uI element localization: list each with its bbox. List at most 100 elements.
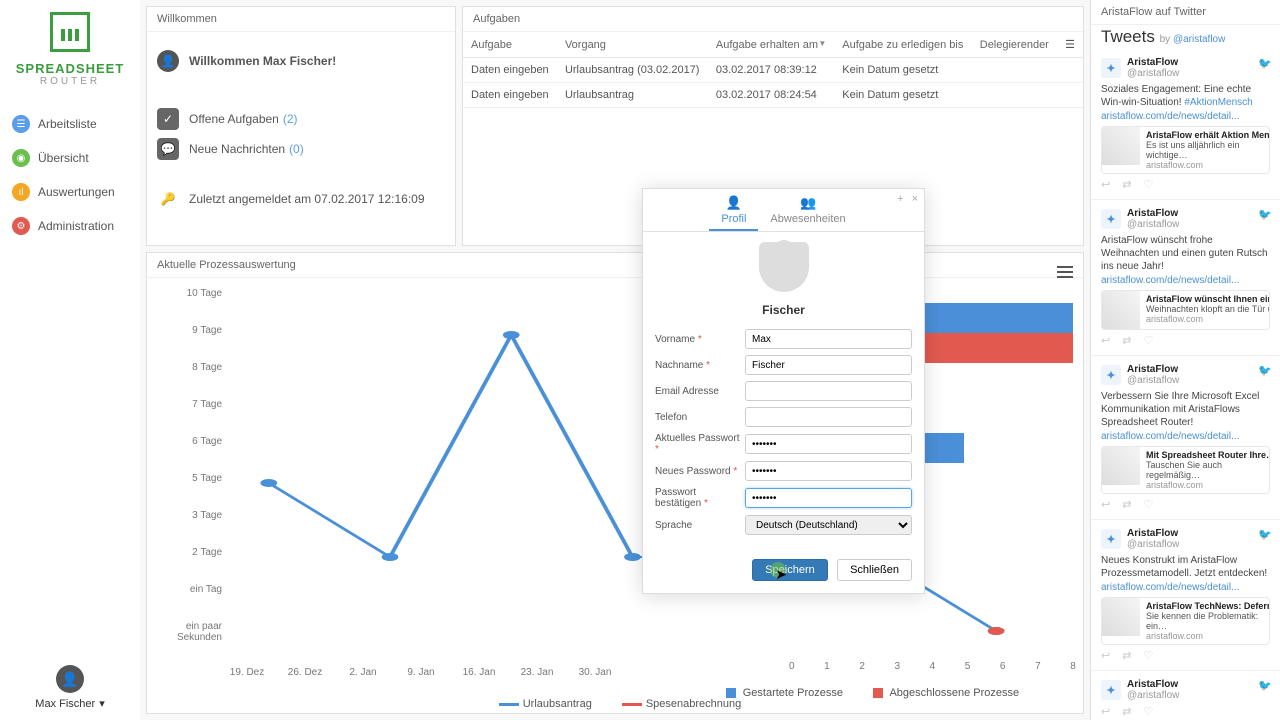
open-tasks-label: Offene Aufgaben xyxy=(189,112,279,126)
x-tick-label: 9. Jan xyxy=(407,667,434,678)
tweet[interactable]: ✦AristaFlow@aristaflow🐦Soziales Engageme… xyxy=(1091,49,1280,200)
like-icon[interactable]: ♡ xyxy=(1143,498,1153,511)
messages-icon: 💬 xyxy=(157,138,179,160)
input-new-pw[interactable] xyxy=(745,461,912,481)
reply-icon[interactable]: ↩ xyxy=(1101,705,1110,718)
key-icon: 🔑 xyxy=(157,192,179,206)
tweet[interactable]: ✦AristaFlow@aristaflow🐦Verbessern Sie Ih… xyxy=(1091,356,1280,520)
tweet-link[interactable]: aristaflow.com/de/news/detail... xyxy=(1101,111,1270,122)
brand-logo: SPREADSHEET ROUTER xyxy=(16,12,125,87)
y-tick-label: 3 Tage xyxy=(147,510,222,521)
main-nav: ☰ Arbeitsliste ◉ Übersicht ıl Auswertung… xyxy=(0,107,140,243)
table-row[interactable]: Daten eingebenUrlaubsantrag (03.02.2017)… xyxy=(463,58,1083,83)
aristaflow-logo-icon: ✦ xyxy=(1101,680,1121,700)
brand-line1: SPREADSHEET xyxy=(16,61,125,76)
tweet[interactable]: ✦AristaFlow@aristaflow🐦Neues Konstrukt i… xyxy=(1091,520,1280,671)
bar-x-tick: 0 xyxy=(789,661,795,672)
tweet-card-image xyxy=(1102,447,1140,485)
label-vorname: Vorname * xyxy=(655,334,745,345)
user-icon: 👤 xyxy=(157,50,179,72)
tweet-card-image xyxy=(1102,127,1140,165)
process-title: Aktuelle Prozessauswertung xyxy=(157,259,296,271)
line-chart-legend: UrlaubsantragSpesenabrechnung xyxy=(147,698,1083,710)
modal-close-icon[interactable]: × xyxy=(912,193,918,205)
retweet-icon[interactable]: ⇄ xyxy=(1122,334,1131,347)
user-footer[interactable]: 👤 Max Fischer ▾ xyxy=(35,665,104,710)
nav-item-auswertungen[interactable]: ıl Auswertungen xyxy=(0,175,140,209)
nav-item-uebersicht[interactable]: ◉ Übersicht xyxy=(0,141,140,175)
col-erhalten[interactable]: Aufgabe erhalten am▼ xyxy=(708,32,834,58)
input-email[interactable] xyxy=(745,381,912,401)
input-vorname[interactable] xyxy=(745,329,912,349)
label-language: Sprache xyxy=(655,520,745,531)
twitter-bird-icon: 🐦 xyxy=(1258,679,1272,692)
bar-x-tick: 2 xyxy=(859,661,865,672)
retweet-icon[interactable]: ⇄ xyxy=(1122,649,1131,662)
label-new-pw: Neues Password * xyxy=(655,466,745,477)
reply-icon[interactable]: ↩ xyxy=(1101,498,1110,511)
save-button[interactable]: Speichern ➤ xyxy=(752,559,828,581)
y-tick-label: 5 Tage xyxy=(147,473,222,484)
retweet-icon[interactable]: ⇄ xyxy=(1122,178,1131,191)
like-icon[interactable]: ♡ xyxy=(1143,705,1153,718)
open-tasks-link[interactable]: ✓ Offene Aufgaben (2) xyxy=(157,108,445,130)
table-config-icon[interactable]: ☰ xyxy=(1065,39,1075,51)
tweet-card-image xyxy=(1102,291,1140,329)
table-row[interactable]: Daten eingebenUrlaubsantrag03.02.2017 08… xyxy=(463,83,1083,108)
retweet-icon[interactable]: ⇄ xyxy=(1122,705,1131,718)
x-tick-label: 19. Dez xyxy=(230,667,264,678)
tweet-link[interactable]: aristaflow.com/de/news/detail... xyxy=(1101,431,1270,442)
admin-icon: ⚙ xyxy=(12,217,30,235)
tweet[interactable]: ✦AristaFlow@aristaflow🐦↩⇄♡ xyxy=(1091,671,1280,720)
tweet-link[interactable]: aristaflow.com/de/news/detail... xyxy=(1101,275,1270,286)
nav-label: Übersicht xyxy=(38,151,89,165)
input-nachname[interactable] xyxy=(745,355,912,375)
brand-line2: ROUTER xyxy=(16,76,125,87)
like-icon[interactable]: ♡ xyxy=(1143,649,1153,662)
col-delegierender[interactable]: Delegierender xyxy=(972,32,1057,58)
like-icon[interactable]: ♡ xyxy=(1143,178,1153,191)
close-button[interactable]: Schließen xyxy=(837,559,912,581)
col-erledigen[interactable]: Aufgabe zu erledigen bis xyxy=(834,32,971,58)
aristaflow-logo-icon: ✦ xyxy=(1101,365,1121,385)
reply-icon[interactable]: ↩ xyxy=(1101,334,1110,347)
tab-profil[interactable]: 👤 Profil xyxy=(709,189,758,231)
bar-x-tick: 5 xyxy=(965,661,971,672)
reply-icon[interactable]: ↩ xyxy=(1101,649,1110,662)
new-messages-link[interactable]: 💬 Neue Nachrichten (0) xyxy=(157,138,445,160)
nav-item-arbeitsliste[interactable]: ☰ Arbeitsliste xyxy=(0,107,140,141)
modal-avatar xyxy=(655,242,912,295)
x-tick-label: 30. Jan xyxy=(579,667,612,678)
tweet-link[interactable]: aristaflow.com/de/news/detail... xyxy=(1101,582,1270,593)
tweet-card-image xyxy=(1102,598,1140,636)
twitter-handle-link[interactable]: @aristaflow xyxy=(1173,34,1225,45)
modal-add-icon[interactable]: + xyxy=(897,193,903,205)
input-confirm-pw[interactable] xyxy=(745,488,912,508)
tasks-icon: ✓ xyxy=(157,108,179,130)
tab-abwesenheiten[interactable]: 👥 Abwesenheiten xyxy=(758,189,857,231)
tweet[interactable]: ✦AristaFlow@aristaflow🐦AristaFlow wünsch… xyxy=(1091,200,1280,356)
reply-icon[interactable]: ↩ xyxy=(1101,178,1110,191)
twitter-panel: AristaFlow auf Twitter Tweets by @arista… xyxy=(1090,0,1280,720)
select-language[interactable]: Deutsch (Deutschland) xyxy=(745,515,912,535)
open-tasks-count: (2) xyxy=(283,112,298,126)
input-current-pw[interactable] xyxy=(745,434,912,454)
tasks-table: Aufgabe Vorgang Aufgabe erhalten am▼ Auf… xyxy=(463,32,1083,108)
nav-item-administration[interactable]: ⚙ Administration xyxy=(0,209,140,243)
input-telefon[interactable] xyxy=(745,407,912,427)
bar-x-tick: 7 xyxy=(1035,661,1041,672)
label-current-pw: Aktuelles Passwort * xyxy=(655,433,745,455)
label-nachname: Nachname * xyxy=(655,360,745,371)
bar-x-tick: 8 xyxy=(1070,661,1076,672)
tasks-title: Aufgaben xyxy=(463,7,1083,32)
welcome-greeting: Willkommen Max Fischer! xyxy=(189,54,336,68)
twitter-bird-icon: 🐦 xyxy=(1258,57,1272,70)
like-icon[interactable]: ♡ xyxy=(1143,334,1153,347)
col-vorgang[interactable]: Vorgang xyxy=(557,32,708,58)
profile-modal: 👤 Profil 👥 Abwesenheiten + × Fischer Vor… xyxy=(642,188,925,594)
col-aufgabe[interactable]: Aufgabe xyxy=(463,32,557,58)
bar-x-tick: 6 xyxy=(1000,661,1006,672)
welcome-title: Willkommen xyxy=(147,7,455,32)
label-confirm-pw: Passwort bestätigen * xyxy=(655,487,745,509)
retweet-icon[interactable]: ⇄ xyxy=(1122,498,1131,511)
